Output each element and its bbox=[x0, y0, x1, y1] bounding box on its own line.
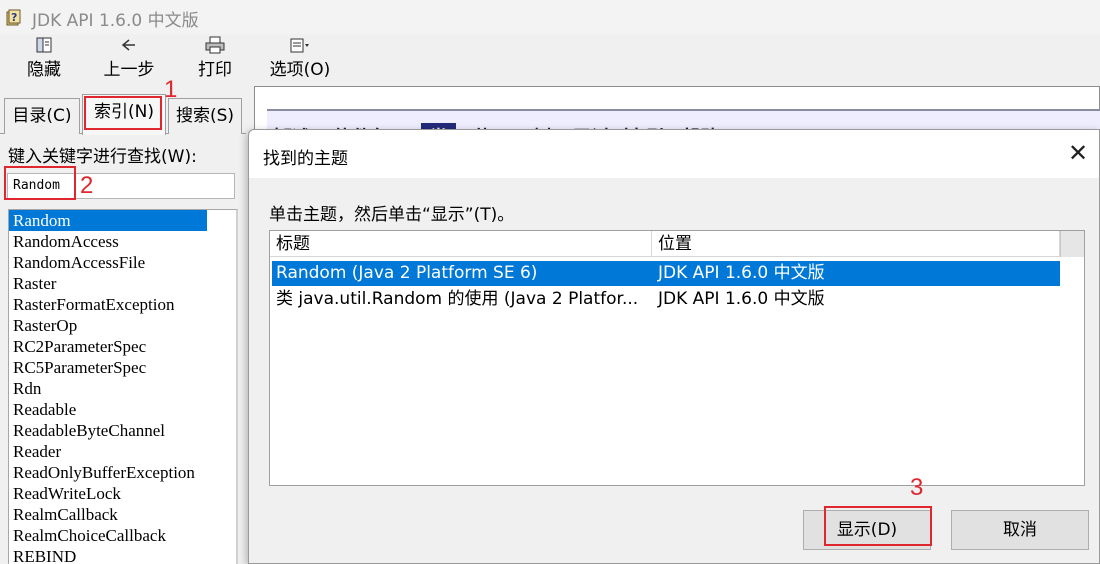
topic-row[interactable]: 类 java.util.Random 的使用 (Java 2 Platfor..… bbox=[272, 287, 1060, 312]
hide-button[interactable]: 隐藏 bbox=[18, 36, 70, 84]
dialog-title: 找到的主题 bbox=[263, 149, 348, 169]
tab-search[interactable]: 搜索(S) bbox=[168, 98, 242, 134]
column-header-title[interactable]: 标题 bbox=[270, 231, 652, 257]
back-arrow-icon bbox=[98, 36, 160, 58]
annotation-box-display bbox=[824, 506, 932, 546]
tab-contents[interactable]: 目录(C) bbox=[4, 98, 80, 134]
hide-pane-icon bbox=[18, 36, 70, 58]
cancel-button[interactable]: 取消 bbox=[951, 510, 1089, 550]
print-label: 打印 bbox=[198, 60, 232, 80]
annotation-box-index-tab bbox=[84, 96, 162, 130]
topics-found-dialog: 找到的主题 ✕ 单击主题，然后单击“显示”(T)。 标题 位置 Random (… bbox=[248, 129, 1100, 564]
index-list-item[interactable]: RC5ParameterSpec bbox=[9, 357, 236, 378]
topic-title: 类 java.util.Random 的使用 (Java 2 Platfor..… bbox=[276, 289, 639, 309]
dialog-instruction: 单击主题，然后单击“显示”(T)。 bbox=[269, 205, 515, 225]
index-list-item[interactable]: ReadOnlyBufferException bbox=[9, 462, 236, 483]
title-bar: ? JDK API 1.6.0 中文版 bbox=[0, 0, 1100, 34]
index-list-item[interactable]: RC2ParameterSpec bbox=[9, 336, 236, 357]
print-button[interactable]: 打印 bbox=[192, 36, 238, 84]
index-list-item[interactable]: ReadableByteChannel bbox=[9, 420, 236, 441]
index-list-item[interactable]: RasterFormatException bbox=[9, 294, 236, 315]
index-list-item[interactable]: Raster bbox=[9, 273, 236, 294]
help-book-icon: ? bbox=[6, 9, 21, 26]
index-list-item[interactable]: Rdn bbox=[9, 378, 236, 399]
navigation-pane: 目录(C) 索引(N) 搜索(S) 键入关键字进行查找(W): Random R… bbox=[0, 86, 246, 564]
index-list-item[interactable]: REBIND bbox=[9, 546, 236, 564]
index-list-item[interactable]: RasterOp bbox=[9, 315, 236, 336]
index-list-item[interactable]: Reader bbox=[9, 441, 236, 462]
index-list[interactable]: Random RandomAccess RandomAccessFile Raster… bbox=[8, 209, 238, 564]
index-list-item[interactable]: ReadWriteLock bbox=[9, 483, 236, 504]
column-header-location[interactable]: 位置 bbox=[652, 231, 1060, 257]
window-title: JDK API 1.6.0 中文版 bbox=[32, 11, 199, 31]
options-icon bbox=[264, 36, 336, 58]
index-list-item[interactable]: RandomAccess bbox=[9, 231, 236, 252]
options-button[interactable]: 选项(O) bbox=[264, 36, 336, 84]
topics-list-header: 标题 位置 bbox=[270, 231, 1060, 257]
back-label: 上一步 bbox=[103, 60, 155, 80]
annotation-number: 1 bbox=[164, 76, 178, 103]
index-list-item[interactable]: RealmCallback bbox=[9, 504, 236, 525]
dialog-header: 找到的主题 ✕ bbox=[249, 130, 1099, 178]
index-list-item[interactable]: RealmChoiceCallback bbox=[9, 525, 236, 546]
index-list-item[interactable]: RandomAccessFile bbox=[9, 252, 236, 273]
topic-row[interactable]: Random (Java 2 Platform SE 6) JDK API 1.… bbox=[272, 261, 1060, 286]
keyword-label: 键入关键字进行查找(W): bbox=[8, 147, 197, 167]
svg-text:?: ? bbox=[11, 11, 17, 24]
annotation-number: 2 bbox=[80, 172, 94, 199]
topic-location: JDK API 1.6.0 中文版 bbox=[658, 289, 825, 309]
close-icon[interactable]: ✕ bbox=[1061, 138, 1095, 170]
annotation-box-keyword bbox=[4, 166, 76, 200]
index-list-item[interactable]: Random bbox=[9, 210, 207, 231]
options-label: 选项(O) bbox=[269, 60, 331, 80]
back-button[interactable]: 上一步 bbox=[98, 36, 160, 84]
printer-icon bbox=[192, 36, 238, 58]
topic-title: Random (Java 2 Platform SE 6) bbox=[276, 263, 538, 283]
topic-location: JDK API 1.6.0 中文版 bbox=[658, 263, 825, 283]
hide-label: 隐藏 bbox=[27, 60, 61, 80]
annotation-number: 3 bbox=[910, 474, 924, 501]
header-scroll-corner bbox=[1060, 231, 1084, 257]
index-list-item[interactable]: Readable bbox=[9, 399, 236, 420]
topics-list[interactable]: 标题 位置 Random (Java 2 Platform SE 6) JDK … bbox=[269, 230, 1085, 486]
